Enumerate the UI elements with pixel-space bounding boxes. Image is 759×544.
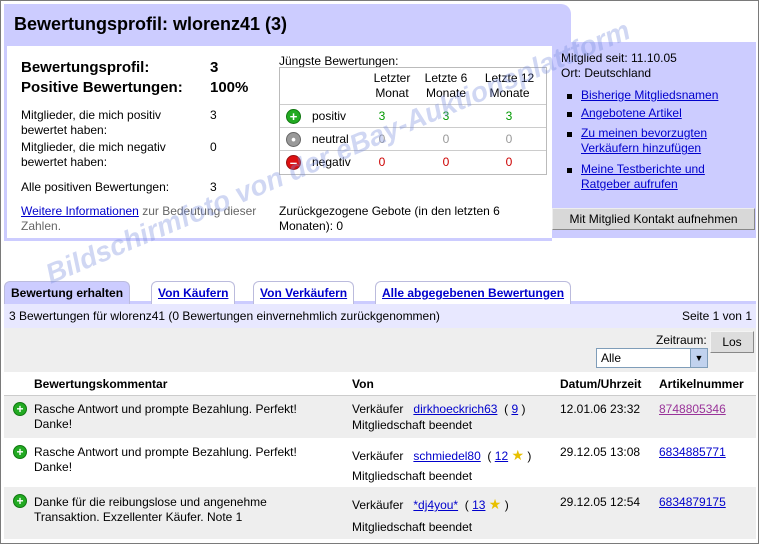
col-from: Von xyxy=(352,377,374,391)
yellow-star-icon: ★ xyxy=(511,447,525,463)
table-row: + Rasche Antwort und prompte Bezahlung. … xyxy=(4,396,756,438)
col-date: Datum/Uhrzeit xyxy=(560,377,642,391)
chevron-down-icon[interactable]: ▼ xyxy=(690,349,707,367)
from-role: Verkäufer xyxy=(352,449,404,463)
recent-row-label: positiv xyxy=(312,109,347,123)
plus-circle-icon: + xyxy=(286,109,301,124)
tab-all-given[interactable]: Alle abgegebenen Bewertungen xyxy=(375,281,572,304)
item-number-link[interactable]: 6834885771 xyxy=(659,445,726,460)
go-button[interactable]: Los xyxy=(710,331,754,353)
dot-circle-icon: • xyxy=(286,132,301,147)
bullet-icon xyxy=(567,94,572,99)
user-link[interactable]: dirkhoeckrich63 xyxy=(413,402,497,416)
page-title: Bewertungsprofil: wlorenz41 (3) xyxy=(14,14,288,34)
contact-member-button[interactable]: Mit Mitglied Kontakt aufnehmen xyxy=(552,208,755,230)
withdrawn-bids: Zurückgezogene Gebote (in den letzten 6 … xyxy=(279,204,500,233)
member-status: Mitgliedschaft beendet xyxy=(352,469,473,483)
feedback-comment: Danke für die reibungslose und angenehme… xyxy=(34,495,267,524)
list-header: 3 Bewertungen für wlorenz41 (0 Bewertung… xyxy=(4,304,756,328)
score-link[interactable]: 12 xyxy=(495,449,508,463)
period-select-value: Alle xyxy=(601,351,622,365)
tab-from-buyers[interactable]: Von Käufern xyxy=(151,281,236,304)
feedback-date: 29.12.05 12:54 xyxy=(560,495,641,509)
feedback-comment: Rasche Antwort und prompte Bezahlung. Pe… xyxy=(34,445,297,474)
from-role: Verkäufer xyxy=(352,498,404,512)
bullet-icon xyxy=(567,112,572,117)
item-number-link[interactable]: 8748805346 xyxy=(659,402,726,417)
recent-value: 0 xyxy=(505,155,513,169)
from-role: Verkäufer xyxy=(352,402,404,416)
all-positive-label: Alle positiven Bewertungen: xyxy=(21,180,170,194)
score-link[interactable]: 9 xyxy=(511,402,518,416)
feedback-from: Verkäufer schmiedel80 ( 12 ★ ) xyxy=(352,447,532,464)
tab-from-sellers[interactable]: Von Verkäufern xyxy=(253,281,355,304)
offered-items-link[interactable]: Angebotene Artikel xyxy=(581,106,682,121)
period-select[interactable]: Alle ▼ xyxy=(596,348,708,368)
more-info-link[interactable]: Weitere Informationen xyxy=(21,204,139,218)
col-comment: Bewertungskommentar xyxy=(34,377,168,391)
previous-names-link[interactable]: Bisherige Mitgliedsnamen xyxy=(581,88,718,103)
feedback-comment: Rasche Antwort und prompte Bezahlung. Pe… xyxy=(34,402,297,431)
plus-circle-icon: + xyxy=(13,445,27,459)
members-negative-label: Mitglieder, die mich negativ bewertet ha… xyxy=(21,140,166,169)
col-item: Artikelnummer xyxy=(659,377,744,391)
user-link[interactable]: schmiedel80 xyxy=(413,449,480,463)
feedback-from: Verkäufer *dj4you* ( 13 ★ ) xyxy=(352,496,509,513)
user-link[interactable]: *dj4you* xyxy=(413,498,458,512)
recent-value: 0 xyxy=(442,132,450,146)
feedback-count: 3 Bewertungen für wlorenz41 (0 Bewertung… xyxy=(9,309,440,323)
recent-value: 3 xyxy=(505,109,513,123)
period-label: Zeitraum: xyxy=(656,333,707,347)
item-number-link[interactable]: 6834879175 xyxy=(659,495,726,510)
add-favorite-seller-link[interactable]: Zu meinen bevorzugten Verkäufern hinzufü… xyxy=(581,126,741,156)
header-band: Bewertungsprofil: wlorenz41 (3) xyxy=(4,4,571,42)
bullet-icon xyxy=(567,132,572,137)
recent-value: 0 xyxy=(505,132,513,146)
table-row: + Danke für die reibungslose und angeneh… xyxy=(4,487,756,539)
score-link[interactable]: 13 xyxy=(472,498,485,512)
page-indicator: Seite 1 von 1 xyxy=(681,309,752,323)
members-positive-label: Mitglieder, die mich positiv bewertet ha… xyxy=(21,108,162,137)
plus-circle-icon: + xyxy=(13,494,27,508)
positive-label: Positive Bewertungen: xyxy=(21,79,183,96)
feedback-from: Verkäufer dirkhoeckrich63 ( 9 ) xyxy=(352,402,526,416)
table-row: + Rasche Antwort und prompte Bezahlung. … xyxy=(4,438,756,487)
member-status: Mitgliedschaft beendet xyxy=(352,418,473,432)
feedback-date: 12.01.06 23:32 xyxy=(560,402,641,416)
feedback-date: 29.12.05 13:08 xyxy=(560,445,641,459)
positive-value: 100% xyxy=(210,79,249,96)
recent-col-header: Letzter Monat xyxy=(373,71,411,100)
profile-label: Bewertungsprofil: xyxy=(21,59,150,76)
tab-bar: Bewertung erhalten Von Käufern Von Verkä… xyxy=(4,281,756,304)
members-positive-value: 3 xyxy=(210,108,217,122)
feedback-table-header: Bewertungskommentar Von Datum/Uhrzeit Ar… xyxy=(4,372,756,396)
recent-value: 0 xyxy=(442,155,450,169)
reviews-guides-link[interactable]: Meine Testberichte und Ratgeber aufrufen xyxy=(581,162,746,192)
member-status: Mitgliedschaft beendet xyxy=(352,520,473,534)
plus-circle-icon: + xyxy=(13,402,27,416)
yellow-star-icon: ★ xyxy=(488,496,502,512)
bullet-icon xyxy=(567,168,572,173)
members-negative-value: 0 xyxy=(210,140,217,154)
profile-value: 3 xyxy=(210,59,219,76)
